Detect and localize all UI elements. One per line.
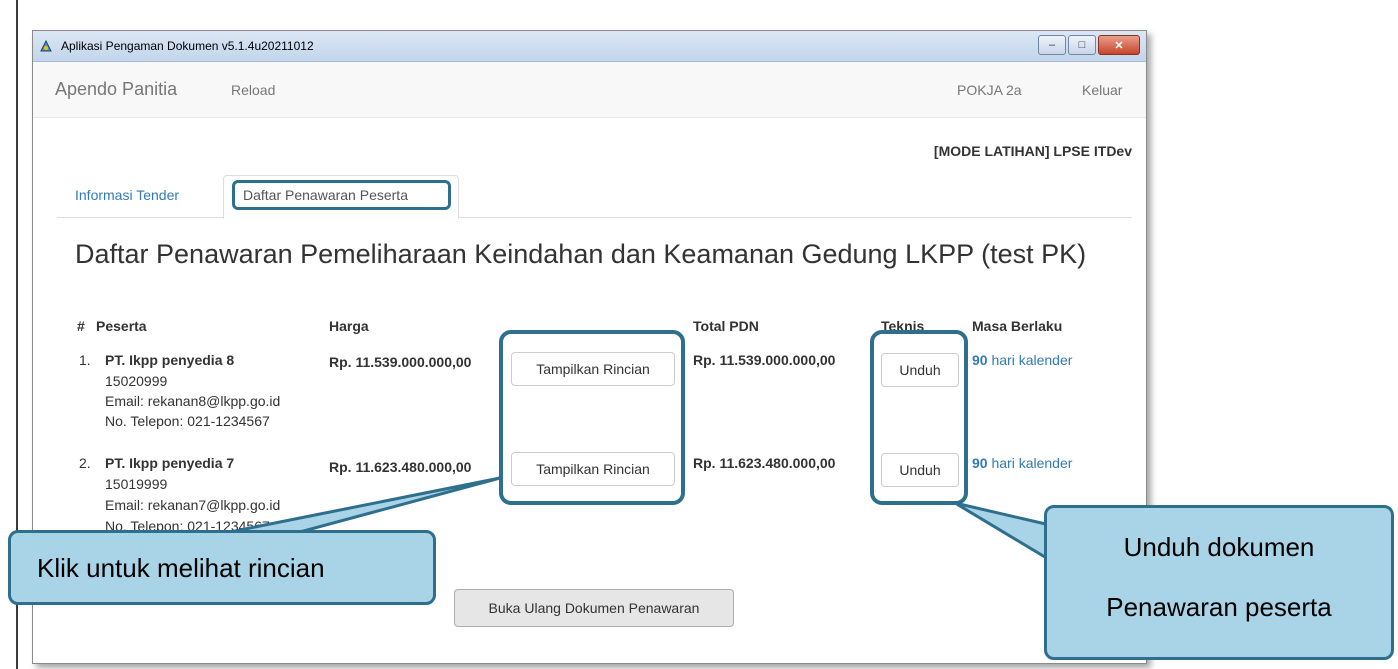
tab-bar: Informasi Tender Daftar Penawaran Pesert… [57, 175, 1132, 219]
peserta-name: PT. Ikpp penyedia 7 [105, 455, 235, 471]
minimize-icon[interactable]: – [1038, 35, 1066, 55]
tampilkan-rincian-button[interactable]: Tampilkan Rincian [511, 452, 675, 486]
window-titlebar[interactable]: Aplikasi Pengaman Dokumen v5.1.4u2021101… [33, 31, 1146, 62]
column-header-teknis: Teknis [881, 318, 925, 334]
peserta-email: Email: rekanan7@lkpp.go.id [105, 497, 281, 513]
page-left-rule [16, 0, 18, 669]
column-header-peserta: Peserta [96, 318, 147, 334]
tampilkan-rincian-button[interactable]: Tampilkan Rincian [511, 352, 675, 386]
navbar-brand[interactable]: Apendo Panitia [55, 79, 177, 100]
masa-unit: hari kalender [991, 455, 1073, 471]
masa-unit: hari kalender [991, 352, 1073, 368]
column-header-no: # [77, 318, 85, 334]
column-header-total-pdn: Total PDN [693, 318, 759, 334]
peserta-name: PT. Ikpp penyedia 8 [105, 352, 235, 368]
tab-daftar-penawaran-label: Daftar Penawaran Peserta [243, 187, 408, 203]
total-pdn-value: Rp. 11.539.000.000,00 [693, 352, 836, 368]
harga-value: Rp. 11.539.000.000,00 [329, 354, 472, 370]
masa-days: 90 [972, 352, 988, 368]
unduh-button[interactable]: Unduh [881, 353, 959, 387]
tab-informasi-tender[interactable]: Informasi Tender [75, 187, 179, 203]
column-header-masa-berlaku: Masa Berlaku [972, 318, 1063, 334]
app-window: Aplikasi Pengaman Dokumen v5.1.4u2021101… [32, 30, 1147, 664]
tab-daftar-penawaran[interactable]: Daftar Penawaran Peserta [223, 175, 459, 219]
window-title: Aplikasi Pengaman Dokumen v5.1.4u2021101… [61, 39, 314, 53]
column-header-harga: Harga [329, 318, 369, 334]
total-pdn-value: Rp. 11.623.480.000,00 [693, 455, 836, 471]
page-title: Daftar Penawaran Pemeliharaan Keindahan … [75, 239, 1087, 269]
masa-berlaku-link[interactable]: 90 hari kalender [972, 455, 1072, 471]
mode-label: [MODE LATIHAN] LPSE ITDev [933, 143, 1132, 159]
window-controls: – □ ✕ [1038, 35, 1140, 55]
navbar: Apendo Panitia Reload POKJA 2a Keluar [33, 62, 1146, 118]
peserta-phone: No. Telepon: 021-1234567 [105, 518, 270, 534]
unduh-button[interactable]: Unduh [881, 453, 959, 487]
buka-ulang-dokumen-button[interactable]: Buka Ulang Dokumen Penawaran [454, 589, 734, 627]
reload-link[interactable]: Reload [231, 82, 275, 98]
harga-value: Rp. 11.623.480.000,00 [329, 459, 472, 475]
row-number: 2. [79, 455, 91, 471]
row-number: 1. [79, 352, 91, 368]
peserta-email: Email: rekanan8@lkpp.go.id [105, 393, 281, 409]
logout-link[interactable]: Keluar [1082, 82, 1122, 98]
masa-berlaku-link[interactable]: 90 hari kalender [972, 352, 1072, 368]
peserta-npwp: 15019999 [105, 476, 168, 492]
user-menu[interactable]: POKJA 2a [957, 82, 1022, 98]
peserta-npwp: 15020999 [105, 373, 168, 389]
app-icon [40, 39, 52, 52]
maximize-icon[interactable]: □ [1068, 35, 1096, 55]
peserta-phone: No. Telepon: 021-1234567 [105, 413, 270, 429]
masa-days: 90 [972, 455, 988, 471]
close-icon[interactable]: ✕ [1098, 35, 1140, 55]
